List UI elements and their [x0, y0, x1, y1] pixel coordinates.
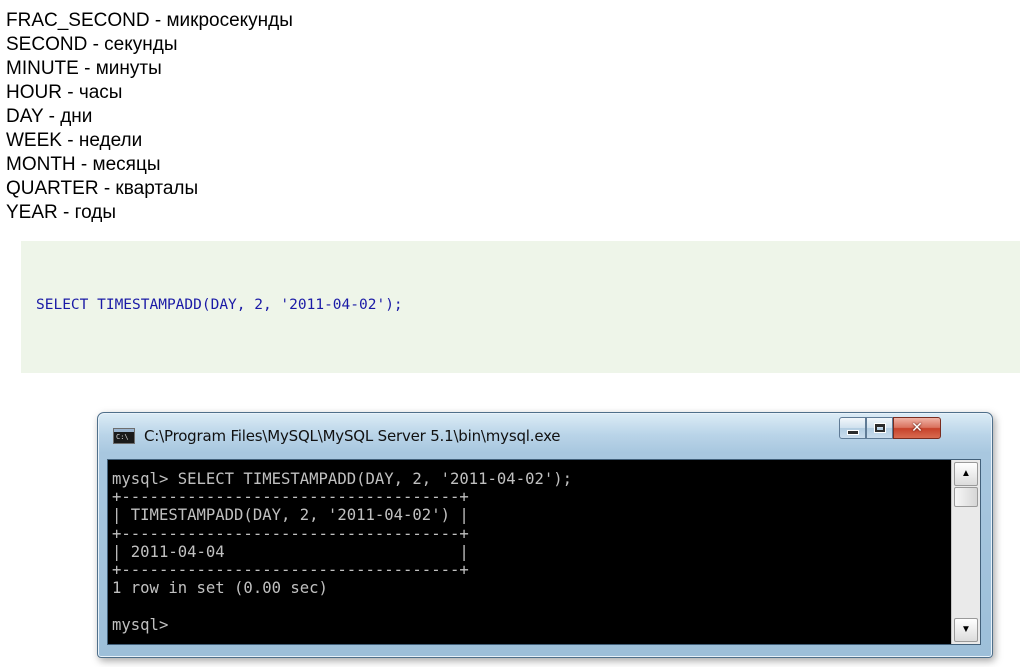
maximize-button[interactable] [866, 417, 893, 439]
arrow-up-icon: ▲ [961, 468, 971, 479]
console-line: +------------------------------------+ [112, 488, 469, 507]
maximize-icon [874, 424, 885, 432]
unit-item-quarter: QUARTER - кварталы [6, 178, 199, 199]
console-line: | 2011-04-04 | [112, 542, 469, 561]
console-output[interactable]: mysql> SELECT TIMESTAMPADD(DAY, 2, '2011… [112, 470, 572, 634]
console-window-icon-text: C:\ [116, 433, 129, 441]
arrow-down-icon: ▼ [961, 624, 971, 635]
close-icon: ✕ [911, 420, 923, 436]
minimize-button[interactable] [839, 417, 866, 439]
console-client-area[interactable]: mysql> SELECT TIMESTAMPADD(DAY, 2, '2011… [107, 459, 981, 645]
unit-item-week: WEEK - недели [6, 130, 143, 151]
scroll-down-button[interactable]: ▼ [954, 618, 978, 642]
unit-item-month: MONTH - месяцы [6, 154, 161, 175]
unit-item-minute: MINUTE - минуты [6, 58, 162, 79]
console-prompt: mysql> [112, 615, 169, 634]
console-line: 1 row in set (0.00 sec) [112, 579, 328, 598]
code-block: SELECT TIMESTAMPADD(DAY, 2, '2011-04-02'… [21, 241, 1020, 373]
unit-item-day: DAY - дни [6, 106, 93, 127]
console-window-icon[interactable]: C:\ [113, 428, 135, 444]
console-line: | TIMESTAMPADD(DAY, 2, '2011-04-02') | [112, 506, 469, 525]
console-line: +------------------------------------+ [112, 524, 469, 543]
console-line: mysql> SELECT TIMESTAMPADD(DAY, 2, '2011… [112, 470, 573, 488]
close-button[interactable]: ✕ [893, 417, 941, 439]
unit-item-hour: HOUR - часы [6, 82, 123, 103]
unit-item-second: SECOND - секунды [6, 34, 178, 55]
scroll-up-button[interactable]: ▲ [954, 462, 978, 486]
minimize-icon [847, 430, 858, 434]
unit-item-year: YEAR - годы [6, 202, 117, 223]
window-title: C:\Program Files\MySQL\MySQL Server 5.1\… [144, 427, 561, 445]
console-window: C:\ C:\Program Files\MySQL\MySQL Server … [97, 412, 993, 658]
title-bar[interactable]: C:\ C:\Program Files\MySQL\MySQL Server … [98, 413, 992, 457]
unit-item-frac-second: FRAC_SECOND - микросекунды [6, 10, 293, 31]
unit-list: FRAC_SECOND - микросекунды SECOND - секу… [6, 9, 293, 225]
console-line: +------------------------------------+ [112, 561, 469, 580]
vertical-scrollbar[interactable]: ▲ ▼ [951, 460, 980, 644]
scroll-thumb[interactable] [954, 487, 978, 507]
sql-query: SELECT TIMESTAMPADD(DAY, 2, '2011-04-02'… [36, 297, 403, 313]
